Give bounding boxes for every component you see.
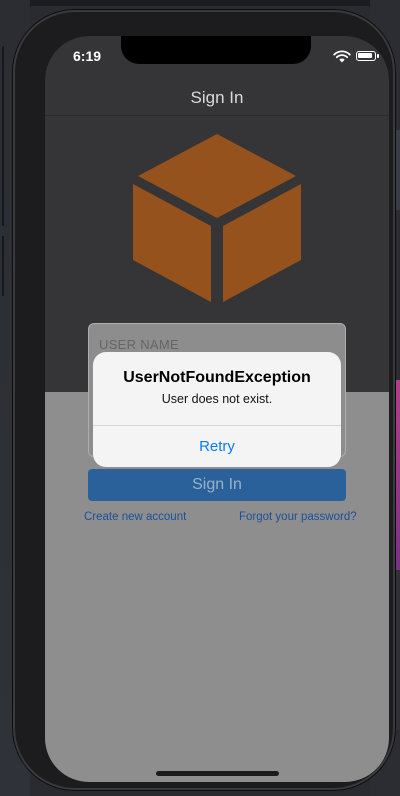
alert-message: User does not exist. xyxy=(161,392,273,406)
wifi-icon xyxy=(333,50,351,63)
status-time: 6:19 xyxy=(73,48,102,64)
desktop-top-bar xyxy=(0,0,400,6)
home-indicator[interactable] xyxy=(156,771,279,776)
alert-title: UserNotFoundException xyxy=(123,369,311,386)
retry-button[interactable]: Retry xyxy=(93,426,341,467)
error-alert-dialog: UserNotFoundException User does not exis… xyxy=(93,352,341,467)
notch xyxy=(121,36,311,64)
battery-icon xyxy=(356,51,379,61)
phone-screen: 6:19 Sign In Sign In Create new account … xyxy=(45,36,389,782)
phone-frame: 6:19 Sign In Sign In Create new account … xyxy=(13,10,395,790)
